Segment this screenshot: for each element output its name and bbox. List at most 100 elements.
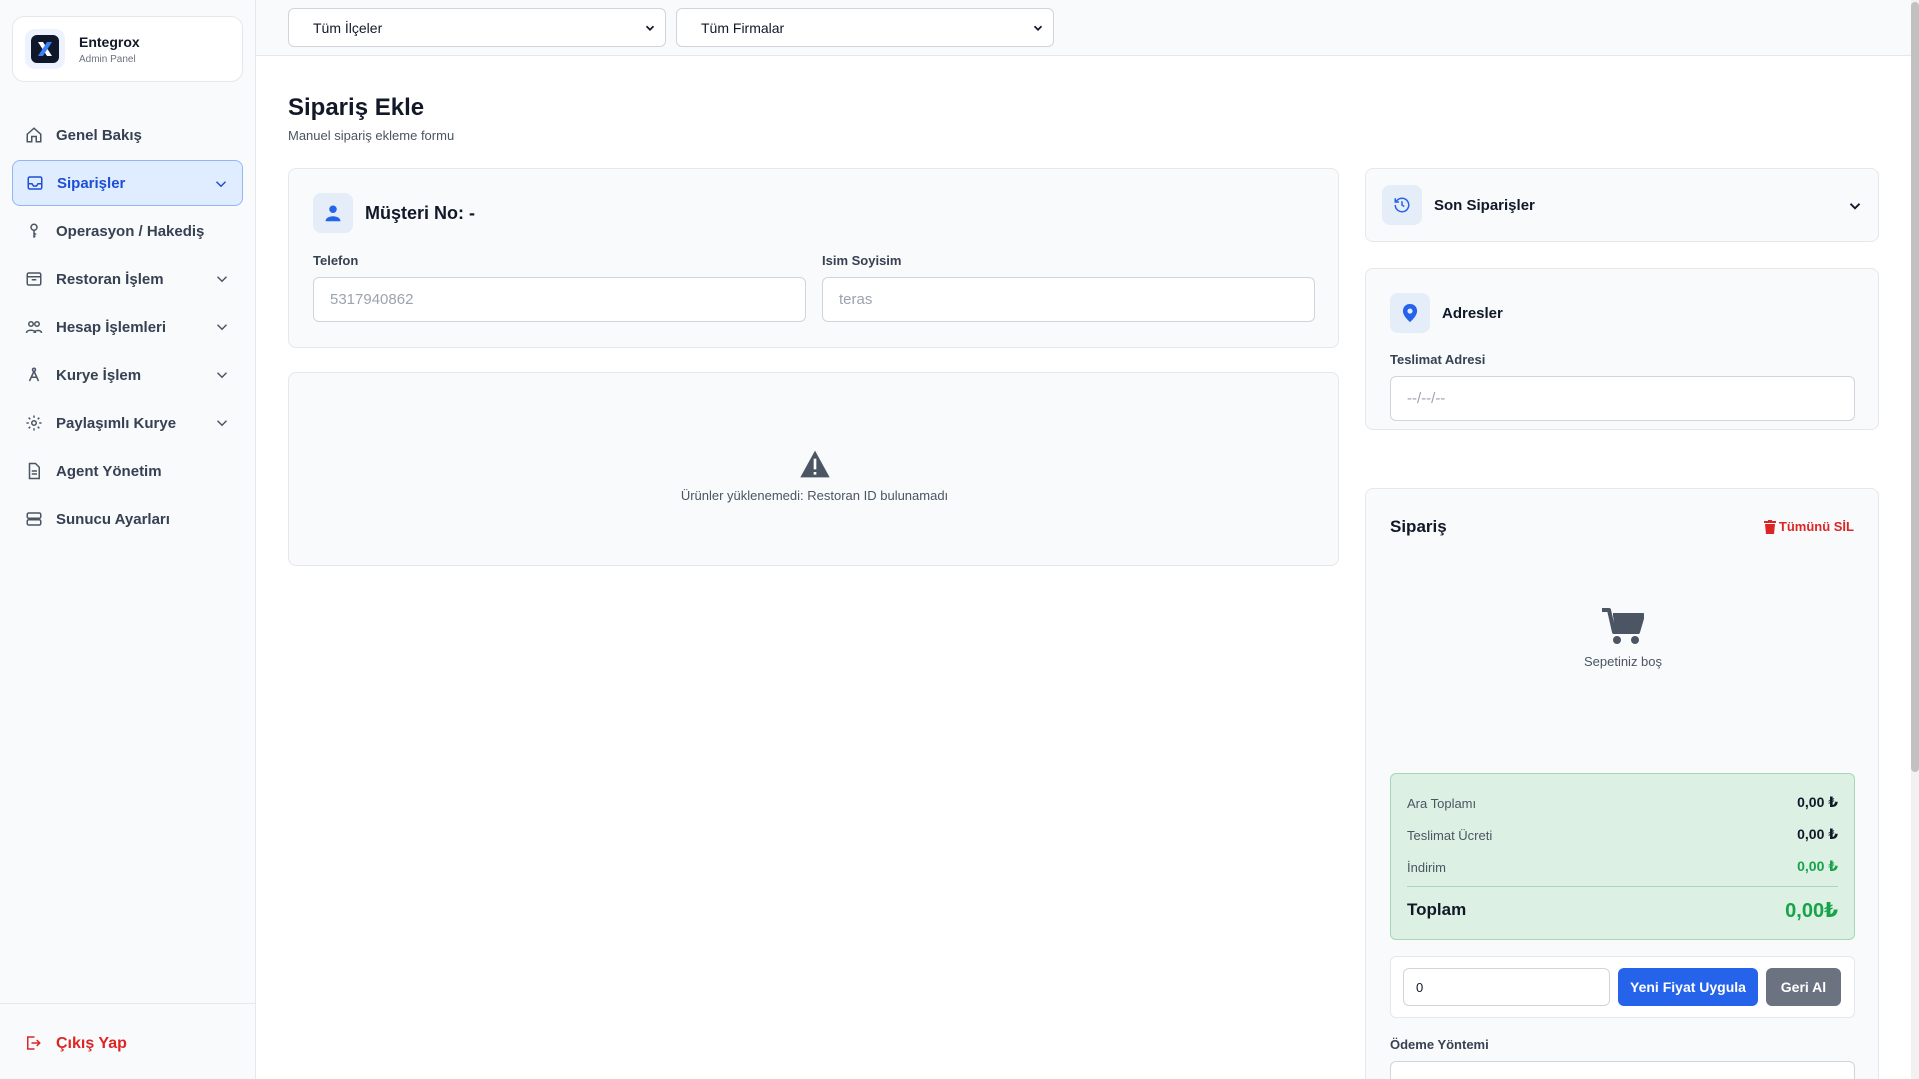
sidebar-nav: Genel Bakış Siparişler Operasyon / Haked… xyxy=(12,112,243,544)
warning-icon xyxy=(799,450,830,478)
chevron-down-icon xyxy=(213,414,231,432)
trash-icon xyxy=(1763,519,1776,534)
delivery-fee-value: 0,00 ₺ xyxy=(1797,826,1838,842)
phone-input[interactable]: 5317940862 xyxy=(313,277,806,322)
scrollbar-thumb[interactable] xyxy=(1911,2,1919,772)
new-price-input[interactable]: 0 xyxy=(1403,968,1610,1006)
topbar: Tüm İlçeler Tüm Firmalar xyxy=(256,0,1911,56)
recent-orders-card[interactable]: Son Siparişler xyxy=(1365,168,1879,242)
chevron-down-icon[interactable] xyxy=(1846,197,1864,215)
revert-price-button[interactable]: Geri Al xyxy=(1766,968,1841,1006)
sidebar-item-label: Kurye İşlem xyxy=(56,366,142,384)
price-override-panel: 0 Yeni Fiyat Uygula Geri Al xyxy=(1390,956,1855,1018)
district-select[interactable]: Tüm İlçeler xyxy=(288,8,666,47)
sidebar-item-agent[interactable]: Agent Yönetim xyxy=(12,448,243,494)
logout-icon xyxy=(24,1034,44,1054)
name-input-placeholder: teras xyxy=(839,291,873,308)
logo-icon xyxy=(38,42,52,56)
total-label: Toplam xyxy=(1407,900,1467,919)
subtotal-label: Ara Toplamı xyxy=(1407,796,1477,811)
subtotal-value: 0,00 ₺ xyxy=(1797,794,1838,810)
brand-card[interactable]: Entegrox Admin Panel xyxy=(12,16,243,82)
addresses-title: Adresler xyxy=(1442,304,1503,322)
new-price-value: 0 xyxy=(1416,979,1424,995)
empty-cart-message: Sepetiniz boş xyxy=(1583,654,1663,669)
sidebar-item-label: Genel Bakış xyxy=(56,126,142,144)
delivery-address-label: Teslimat Adresi xyxy=(1390,352,1486,367)
page-title: Sipariş Ekle xyxy=(288,94,425,121)
discount-label: İndirim xyxy=(1407,860,1447,875)
products-card: Ürünler yüklenemedi: Restoran ID bulunam… xyxy=(288,372,1339,566)
company-select[interactable]: Tüm Firmalar xyxy=(676,8,1054,47)
discount-value: 0,00 ₺ xyxy=(1797,858,1838,874)
chevron-down-icon xyxy=(645,25,655,31)
courier-icon xyxy=(24,365,44,385)
users-icon xyxy=(24,317,44,337)
sidebar-item-label: Operasyon / Hakediş xyxy=(56,222,205,240)
logout-section: Çıkış Yap xyxy=(0,1003,256,1079)
name-label: Isim Soyisim xyxy=(822,253,902,268)
sidebar-item-label: Sunucu Ayarları xyxy=(56,510,170,528)
gear-icon xyxy=(24,413,44,433)
sidebar-item-shared-courier[interactable]: Paylaşımlı Kurye xyxy=(12,400,243,446)
chevron-down-icon xyxy=(1033,25,1043,31)
phone-label: Telefon xyxy=(313,253,359,268)
chevron-down-icon xyxy=(213,318,231,336)
products-error-message: Ürünler yüklenemedi: Restoran ID bulunam… xyxy=(680,488,949,503)
company-select-value: Tüm Firmalar xyxy=(701,19,785,36)
archive-icon xyxy=(24,269,44,289)
apply-price-button[interactable]: Yeni Fiyat Uygula xyxy=(1618,968,1758,1006)
payment-method-label: Ödeme Yöntemi xyxy=(1390,1037,1489,1052)
map-pin-icon xyxy=(1390,293,1430,333)
sidebar: Entegrox Admin Panel Genel Bakış Sipariş… xyxy=(0,0,256,1079)
order-title: Sipariş xyxy=(1390,517,1447,536)
order-card: Sipariş Tümünü SİL Sepetiniz boş Ara Top… xyxy=(1365,488,1879,1079)
phone-input-placeholder: 5317940862 xyxy=(330,291,414,308)
sidebar-item-label: Agent Yönetim xyxy=(56,462,162,480)
customer-card: Müşteri No: - Telefon 5317940862 Isim So… xyxy=(288,168,1339,348)
payment-method-select[interactable] xyxy=(1390,1061,1855,1079)
summary-divider xyxy=(1407,886,1838,887)
chevron-down-icon xyxy=(213,366,231,384)
page-subtitle: Manuel sipariş ekleme formu xyxy=(288,128,455,143)
logout-button[interactable]: Çıkış Yap xyxy=(24,1034,127,1054)
delivery-address-placeholder: --/--/-- xyxy=(1407,390,1446,407)
sidebar-item-restaurant[interactable]: Restoran İşlem xyxy=(12,256,243,302)
document-icon xyxy=(24,461,44,481)
recent-orders-title: Son Siparişler xyxy=(1434,196,1535,214)
district-select-value: Tüm İlçeler xyxy=(313,19,383,36)
sidebar-item-overview[interactable]: Genel Bakış xyxy=(12,112,243,158)
chevron-down-icon xyxy=(213,270,231,288)
delivery-address-input[interactable]: --/--/-- xyxy=(1390,376,1855,421)
delivery-fee-label: Teslimat Ücreti xyxy=(1407,828,1493,843)
total-value: 0,00₺ xyxy=(1785,900,1838,922)
sidebar-item-courier[interactable]: Kurye İşlem xyxy=(12,352,243,398)
main-content: Sipariş Ekle Manuel sipariş ekleme formu… xyxy=(256,56,1911,1079)
delete-all-button[interactable]: Tümünü SİL xyxy=(1763,519,1854,534)
brand-name: Entegrox xyxy=(79,33,140,50)
logout-label: Çıkış Yap xyxy=(56,1035,127,1052)
brand-subtitle: Admin Panel xyxy=(79,53,136,65)
key-icon xyxy=(24,221,44,241)
sidebar-item-accounts[interactable]: Hesap İşlemleri xyxy=(12,304,243,350)
addresses-card: Adresler Teslimat Adresi --/--/-- xyxy=(1365,268,1879,430)
sidebar-item-label: Hesap İşlemleri xyxy=(56,318,167,336)
chevron-down-icon xyxy=(212,175,230,193)
sidebar-item-label: Siparişler xyxy=(57,174,126,192)
inbox-icon xyxy=(25,173,45,193)
brand-logo xyxy=(25,29,65,69)
server-icon xyxy=(24,509,44,529)
home-icon xyxy=(24,125,44,145)
history-icon xyxy=(1382,185,1422,225)
name-input[interactable]: teras xyxy=(822,277,1315,322)
sidebar-item-orders[interactable]: Siparişler xyxy=(12,160,243,206)
order-summary: Ara Toplamı 0,00 ₺ Teslimat Ücreti 0,00 … xyxy=(1390,773,1855,940)
sidebar-item-server[interactable]: Sunucu Ayarları xyxy=(12,496,243,542)
sidebar-item-operations[interactable]: Operasyon / Hakediş xyxy=(12,208,243,254)
user-icon xyxy=(313,193,353,233)
customer-number: Müşteri No: - xyxy=(365,202,475,223)
sidebar-item-label: Paylaşımlı Kurye xyxy=(56,414,177,432)
shopping-cart-icon xyxy=(1602,608,1645,644)
sidebar-item-label: Restoran İşlem xyxy=(56,270,164,288)
delete-all-label: Tümünü SİL xyxy=(1778,519,1854,534)
